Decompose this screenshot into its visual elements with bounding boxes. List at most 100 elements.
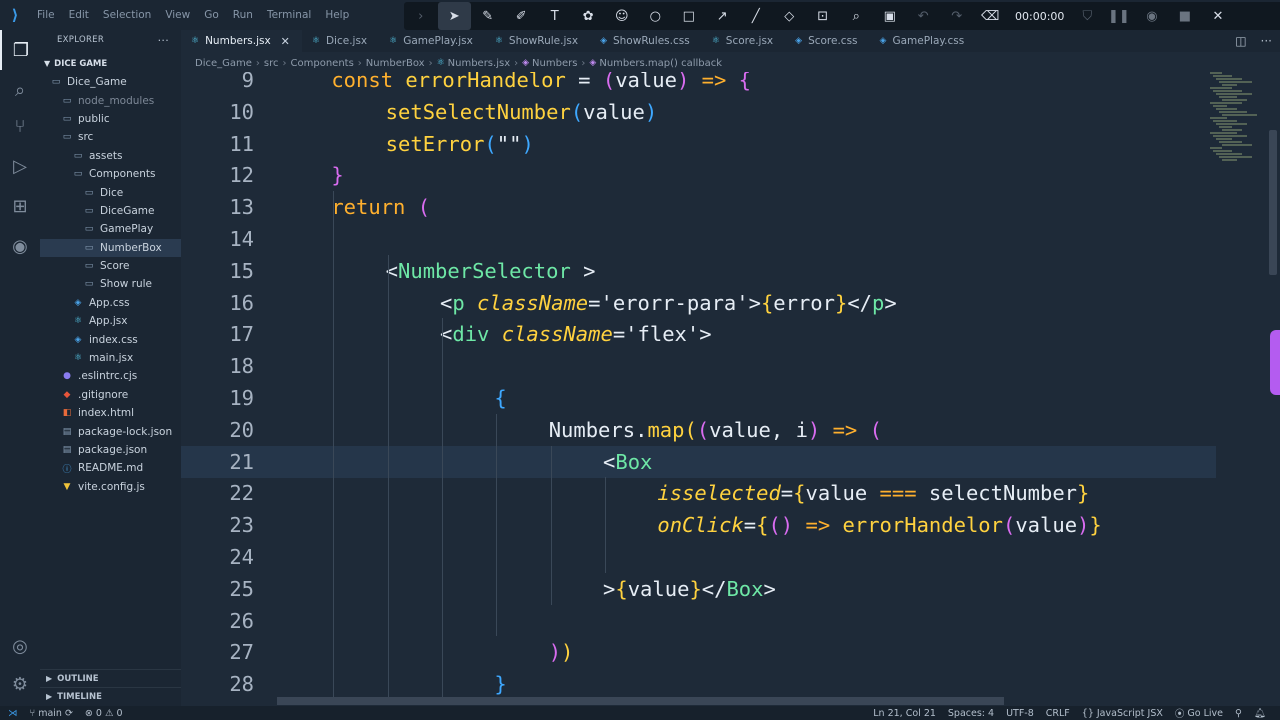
branch-indicator[interactable]: ⑂ main ⟳ (30, 708, 73, 719)
tree-item[interactable]: ▭ assets (40, 147, 181, 165)
emoji-icon[interactable]: ☺ (605, 2, 639, 30)
cursor-position[interactable]: Ln 21, Col 21 (873, 708, 936, 719)
menu-help[interactable]: Help (325, 9, 349, 21)
menu-edit[interactable]: Edit (69, 9, 89, 21)
tree-item[interactable]: ▭ Components (40, 165, 181, 183)
extensions-icon[interactable]: ⊞ (0, 186, 40, 226)
code-line[interactable]: 10 setSelectNumber(value) (181, 96, 1216, 128)
tab-score-jsx[interactable]: ⚛ Score.jsx (702, 30, 785, 52)
tab-numbers-jsx[interactable]: ⚛ Numbers.jsx ✕ (181, 30, 302, 52)
code-line[interactable]: 25 >{value}</Box> (181, 573, 1216, 605)
menu-go[interactable]: Go (204, 9, 219, 21)
tree-item[interactable]: ▭ src (40, 128, 181, 146)
tree-item[interactable]: ◈ App.css (40, 294, 181, 312)
root-folder[interactable]: ▼ DICE GAME (40, 54, 181, 73)
tree-item[interactable]: ⚛ main.jsx (40, 349, 181, 367)
code-line[interactable]: 15 <NumberSelector > (181, 255, 1216, 287)
horizontal-scrollbar[interactable] (277, 697, 1004, 705)
code-line[interactable]: 16 <p className='erorr-para'>{error}</p> (181, 287, 1216, 319)
tree-item[interactable]: ▭ Score (40, 257, 181, 275)
undo-icon[interactable]: ↶ (907, 2, 941, 30)
tree-item[interactable]: ◈ index.css (40, 330, 181, 348)
split-editor-icon[interactable]: ◫ (1235, 34, 1246, 48)
code-line[interactable]: 11 setError("") (181, 128, 1216, 160)
github-icon[interactable]: ◉ (0, 226, 40, 266)
code-line[interactable]: 27)) (181, 636, 1216, 668)
code-line[interactable]: 20 Numbers.map((value, i) => ( (181, 414, 1216, 446)
square-icon[interactable]: □ (672, 2, 706, 30)
code-line[interactable]: 24 (181, 541, 1216, 573)
tree-item[interactable]: ◧ index.html (40, 404, 181, 422)
tab-showrule-jsx[interactable]: ⚛ ShowRule.jsx (485, 30, 590, 52)
tree-item[interactable]: ▭ GamePlay (40, 220, 181, 238)
tree-item[interactable]: ▭ Show rule (40, 275, 181, 293)
code-line[interactable]: 26 (181, 605, 1216, 637)
menu-selection[interactable]: Selection (103, 9, 151, 21)
pen-icon[interactable]: ✎ (471, 2, 505, 30)
search-icon[interactable]: ⌕ (0, 70, 40, 110)
breadcrumb-item[interactable]: Numbers (532, 58, 577, 69)
tree-item[interactable]: ▼ vite.config.js (40, 478, 181, 496)
timeline-section[interactable]: ▶ TIMELINE (40, 687, 181, 705)
stop-icon[interactable]: ■ (1168, 2, 1201, 30)
account-status-icon[interactable]: ⚲ (1235, 708, 1242, 719)
arrow-icon[interactable]: ↗ (706, 2, 740, 30)
code-line[interactable]: 23 onClick={() => errorHandelor(value)} (181, 509, 1216, 541)
tree-item[interactable]: ● .eslintrc.cjs (40, 367, 181, 385)
code-editor[interactable]: 9 const errorHandelor = (value) => {10 set… (181, 72, 1280, 706)
code-line[interactable]: 28} (181, 668, 1216, 700)
tab-showrules-css[interactable]: ◈ ShowRules.css (590, 30, 702, 52)
menu-terminal[interactable]: Terminal (267, 9, 311, 21)
text-icon[interactable]: T (538, 2, 572, 30)
zoom-icon[interactable]: ⌕ (840, 2, 874, 30)
code-line[interactable]: 12} (181, 159, 1216, 191)
close-icon[interactable]: ✕ (1201, 2, 1234, 30)
menu-view[interactable]: View (165, 9, 190, 21)
explorer-icon[interactable]: ❐ (0, 30, 40, 70)
tree-item[interactable]: ▭ node_modules (40, 91, 181, 109)
tab-score-css[interactable]: ◈ Score.css (785, 30, 869, 52)
more-actions-icon[interactable]: ··· (158, 34, 169, 47)
account-icon[interactable]: ◎ (0, 626, 40, 666)
tree-item[interactable]: ▤ package-lock.json (40, 422, 181, 440)
line-ending[interactable]: CRLF (1046, 708, 1070, 719)
breadcrumb-item[interactable]: Components (291, 58, 354, 69)
shield-icon[interactable]: ⛉ (1072, 2, 1102, 30)
record-icon[interactable]: ◉ (1135, 2, 1168, 30)
code-line[interactable]: 22 isselected={value === selectNumber} (181, 477, 1216, 509)
cursor-icon[interactable]: ➤ (437, 2, 471, 30)
breadcrumb-item[interactable]: Numbers.jsx (448, 58, 510, 69)
source-control-icon[interactable]: ⑂ (0, 106, 40, 146)
menu-file[interactable]: File (37, 9, 55, 21)
breadcrumb-item[interactable]: src (264, 58, 279, 69)
tree-item[interactable]: ⚛ App.jsx (40, 312, 181, 330)
code-line[interactable]: 14 (181, 223, 1216, 255)
encoding[interactable]: UTF-8 (1006, 708, 1034, 719)
tree-item[interactable]: ▭ NumberBox (40, 238, 181, 257)
menu-run[interactable]: Run (233, 9, 253, 21)
more-actions-icon[interactable]: ··· (1261, 34, 1272, 48)
breadcrumb-item[interactable]: Numbers.map() callback (599, 58, 722, 69)
code-line[interactable]: 19 { (181, 382, 1216, 414)
tree-item[interactable]: ▭ DiceGame (40, 202, 181, 220)
pause-icon[interactable]: ❚❚ (1102, 2, 1135, 30)
code-line[interactable]: 21 <Box (181, 445, 1216, 478)
clear-icon[interactable]: ⌫ (974, 2, 1008, 30)
close-tab-icon[interactable]: ✕ (281, 35, 290, 48)
highlighter-icon[interactable]: ✐ (505, 2, 539, 30)
chevron-icon[interactable]: › (404, 2, 438, 30)
screenshot-icon[interactable]: ⊡ (806, 2, 840, 30)
notifications-bell-icon[interactable]: 🔔︎ (1254, 708, 1266, 719)
minimap[interactable] (1210, 72, 1260, 172)
vertical-scrollbar[interactable] (1269, 130, 1277, 275)
breadcrumb-item[interactable]: Dice_Game (195, 58, 252, 69)
eraser-icon[interactable]: ◇ (773, 2, 807, 30)
outline-section[interactable]: ▶ OUTLINE (40, 669, 181, 687)
settings-gear-icon[interactable]: ⚙ (0, 664, 40, 704)
tree-item[interactable]: ▭ Dice (40, 183, 181, 201)
line-icon[interactable]: ╱ (739, 2, 773, 30)
tab-dice-jsx[interactable]: ⚛ Dice.jsx (302, 30, 379, 52)
code-line[interactable]: 18 (181, 350, 1216, 382)
tree-item[interactable]: ▭ public (40, 110, 181, 128)
go-live-button[interactable]: ⦿ Go Live (1175, 706, 1223, 720)
